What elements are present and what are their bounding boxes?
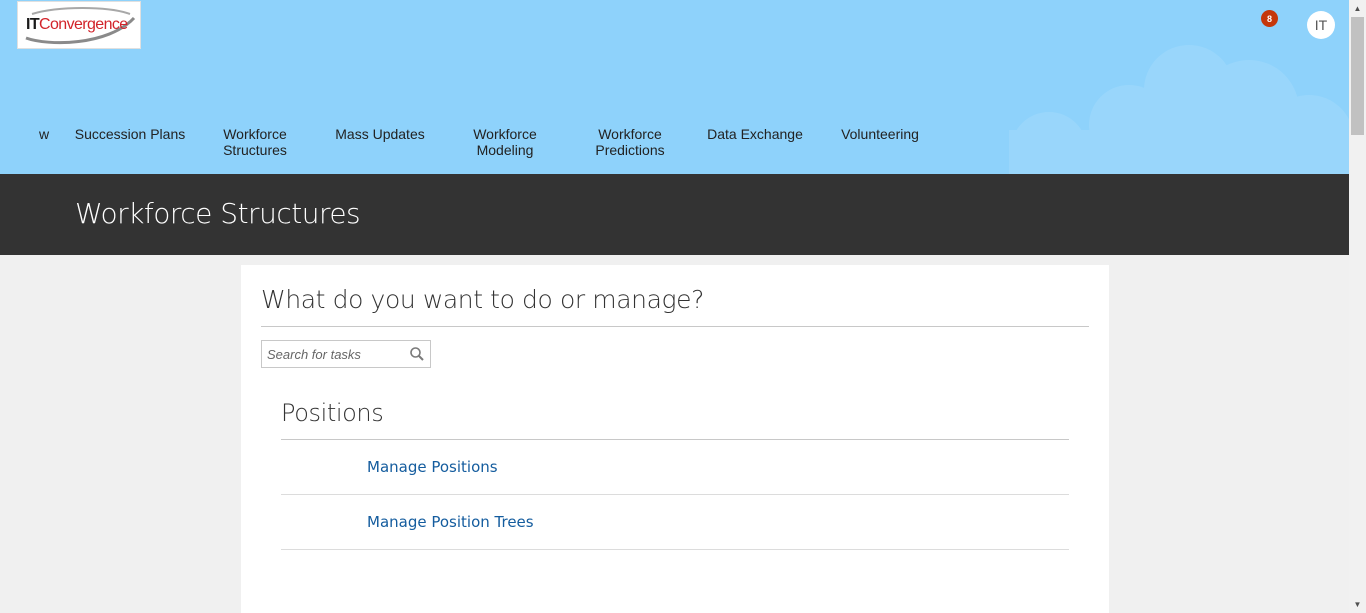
nav-item-mass-updates[interactable]: Mass Updates: [330, 126, 430, 142]
search-icon[interactable]: [409, 346, 425, 362]
header-band: ITConvergence 8 IT w Succession Plans Wo…: [0, 0, 1349, 174]
task-panel: What do you want to do or manage? Positi…: [241, 265, 1109, 613]
title-band: Workforce Structures: [0, 174, 1349, 255]
logo-convergence-text: Convergence: [39, 16, 128, 33]
nav-item-data-exchange[interactable]: Data Exchange: [705, 126, 805, 142]
manage-position-trees-link[interactable]: Manage Position Trees: [367, 513, 534, 531]
nav-item-succession-plans[interactable]: Succession Plans: [70, 126, 190, 142]
nav-item-workforce-modeling[interactable]: Workforce Modeling: [455, 126, 555, 158]
nav-item-workforce-predictions[interactable]: Workforce Predictions: [580, 126, 680, 158]
manage-positions-link[interactable]: Manage Positions: [367, 458, 498, 476]
heading-divider: [261, 326, 1089, 327]
task-search-box: [261, 340, 431, 368]
notification-badge[interactable]: 8: [1261, 10, 1278, 27]
page-scrollbar[interactable]: ▲ ▼: [1349, 0, 1366, 613]
task-row: Manage Positions: [281, 440, 1069, 495]
search-input[interactable]: [262, 341, 404, 367]
springboard-nav: w Succession Plans Workforce Structures …: [0, 124, 1349, 174]
user-avatar[interactable]: IT: [1307, 11, 1335, 39]
section-title-positions: Positions: [281, 399, 384, 427]
nav-item-workforce-structures[interactable]: Workforce Structures: [205, 126, 305, 158]
logo-text: ITConvergence: [26, 16, 128, 34]
scrollbar-thumb[interactable]: [1351, 17, 1364, 135]
scroll-up-arrow-icon[interactable]: ▲: [1349, 0, 1366, 17]
logo-it-text: IT: [26, 16, 40, 33]
scroll-down-arrow-icon[interactable]: ▼: [1349, 596, 1366, 613]
company-logo[interactable]: ITConvergence: [17, 1, 141, 49]
panel-heading: What do you want to do or manage?: [261, 285, 704, 314]
task-row: Manage Position Trees: [281, 495, 1069, 550]
page-title: Workforce Structures: [75, 197, 361, 230]
nav-item-partial[interactable]: w: [38, 126, 50, 142]
nav-item-volunteering[interactable]: Volunteering: [830, 126, 930, 142]
